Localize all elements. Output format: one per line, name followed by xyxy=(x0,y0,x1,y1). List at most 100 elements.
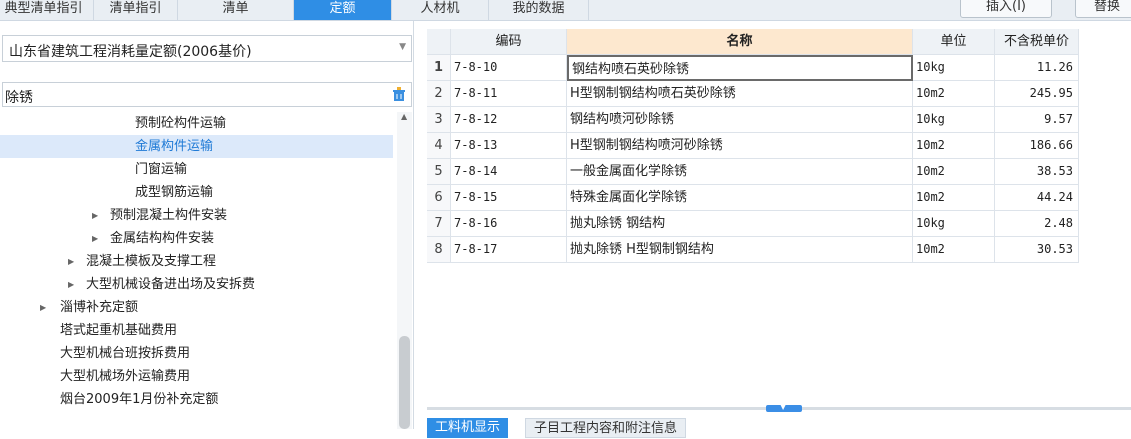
cell-code[interactable]: 7-8-13 xyxy=(451,133,567,159)
tab-bill[interactable]: 清单 xyxy=(178,0,294,20)
tab-labor-material-machine[interactable]: 人材机 xyxy=(392,0,489,20)
cell-price[interactable]: 30.53 xyxy=(995,237,1079,263)
tree-item[interactable]: 塔式起重机基础费用 xyxy=(0,319,393,342)
tab-quota[interactable]: 定额 xyxy=(294,0,392,20)
table-row[interactable]: 1 7-8-10 钢结构喷石英砂除锈 10kg 11.26 xyxy=(427,55,1079,81)
tab-labor-material-display[interactable]: 工料机显示 xyxy=(427,418,509,438)
tree-item[interactable]: ▶ 金属结构构件安装 xyxy=(0,227,393,250)
cell-code[interactable]: 7-8-14 xyxy=(451,159,567,185)
cell-unit[interactable]: 10kg xyxy=(913,55,995,81)
row-index: 2 xyxy=(427,81,451,107)
left-panel: 山东省建筑工程消耗量定额(2006基价) ▼ 除锈 预制砼构件运输 金属构件运输… xyxy=(0,21,414,429)
table-row[interactable]: 8 7-8-17 抛丸除锈 H型钢制钢结构 10m2 30.53 xyxy=(427,237,1079,263)
tab-bill-guide[interactable]: 清单指引 xyxy=(94,0,178,20)
tree-item-selected[interactable]: 金属构件运输 xyxy=(0,135,393,158)
cell-name[interactable]: H型钢制钢结构喷河砂除锈 xyxy=(567,133,913,159)
row-index: 6 xyxy=(427,185,451,211)
tree-item-label: 门窗运输 xyxy=(135,162,188,177)
quota-library-value: 山东省建筑工程消耗量定额(2006基价) xyxy=(9,44,252,60)
expand-arrow-icon[interactable]: ▶ xyxy=(68,250,74,273)
cell-unit[interactable]: 10m2 xyxy=(913,81,995,107)
scrollbar-thumb[interactable] xyxy=(399,336,410,429)
cell-unit[interactable]: 10m2 xyxy=(913,133,995,159)
tree-item-label: 预制混凝土构件安装 xyxy=(110,208,228,223)
table-row[interactable]: 7 7-8-16 抛丸除锈 钢结构 10kg 2.48 xyxy=(427,211,1079,237)
table-row[interactable]: 3 7-8-12 钢结构喷河砂除锈 10kg 9.57 xyxy=(427,107,1079,133)
table-row[interactable]: 6 7-8-15 特殊金属面化学除锈 10m2 44.24 xyxy=(427,185,1079,211)
cell-code[interactable]: 7-8-17 xyxy=(451,237,567,263)
cell-unit[interactable]: 10kg xyxy=(913,211,995,237)
cell-unit[interactable]: 10m2 xyxy=(913,159,995,185)
tab-item-content-notes[interactable]: 子目工程内容和附注信息 xyxy=(525,418,687,438)
cell-name[interactable]: 一般金属面化学除锈 xyxy=(567,159,913,185)
cell-name[interactable]: 特殊金属面化学除锈 xyxy=(567,185,913,211)
tree-item[interactable]: 大型机械台班按拆费用 xyxy=(0,342,393,365)
search-value: 除锈 xyxy=(5,90,33,106)
cell-name[interactable]: 抛丸除锈 钢结构 xyxy=(567,211,913,237)
splitter-handle[interactable]: ▼ xyxy=(766,402,802,412)
cell-unit[interactable]: 10m2 xyxy=(913,237,995,263)
header-name[interactable]: 名称 xyxy=(567,29,913,55)
cell-price[interactable]: 2.48 xyxy=(995,211,1079,237)
cell-price[interactable]: 11.26 xyxy=(995,55,1079,81)
cell-code[interactable]: 7-8-12 xyxy=(451,107,567,133)
cell-code[interactable]: 7-8-10 xyxy=(451,55,567,81)
header-price[interactable]: 不含税单价 xyxy=(995,29,1079,55)
cell-code[interactable]: 7-8-16 xyxy=(451,211,567,237)
tree-item-label: 烟台2009年1月份补充定额 xyxy=(60,392,219,407)
tree-item[interactable]: 烟台2009年1月份补充定额 xyxy=(0,388,393,411)
tree-item-label: 塔式起重机基础费用 xyxy=(60,323,178,338)
insert-button[interactable]: 插入(I) xyxy=(960,0,1052,18)
quota-library-select[interactable]: 山东省建筑工程消耗量定额(2006基价) ▼ xyxy=(2,35,412,62)
tree-item[interactable]: ▶ 淄博补充定额 xyxy=(0,296,393,319)
cell-code[interactable]: 7-8-11 xyxy=(451,81,567,107)
tree-item[interactable]: ▶ 大型机械设备进出场及安拆费 xyxy=(0,273,393,296)
tree-item-label: 大型机械设备进出场及安拆费 xyxy=(86,277,256,292)
tree-item[interactable]: 大型机械场外运输费用 xyxy=(0,365,393,388)
row-index: 8 xyxy=(427,237,451,263)
tree-scrollbar[interactable]: ▲ xyxy=(397,112,412,429)
tree-item-label: 预制砼构件运输 xyxy=(135,116,227,131)
expand-arrow-icon[interactable]: ▶ xyxy=(40,296,46,319)
expand-arrow-icon[interactable]: ▶ xyxy=(92,204,98,227)
tree-item-label: 大型机械场外运输费用 xyxy=(60,369,191,384)
cell-price[interactable]: 245.95 xyxy=(995,81,1079,107)
cell-unit[interactable]: 10kg xyxy=(913,107,995,133)
cell-price[interactable]: 9.57 xyxy=(995,107,1079,133)
cell-name[interactable]: 钢结构喷石英砂除锈 xyxy=(567,55,913,81)
cell-name[interactable]: H型钢制钢结构喷石英砂除锈 xyxy=(567,81,913,107)
tree-item-label: 大型机械台班按拆费用 xyxy=(60,346,191,361)
cell-price[interactable]: 44.24 xyxy=(995,185,1079,211)
header-unit[interactable]: 单位 xyxy=(913,29,995,55)
row-index: 1 xyxy=(427,55,451,81)
tree-item[interactable]: 成型钢筋运输 xyxy=(0,181,393,204)
tab-typical-bill-guide[interactable]: 典型清单指引 xyxy=(0,0,94,20)
tree-item[interactable]: 门窗运输 xyxy=(0,158,393,181)
search-input[interactable]: 除锈 xyxy=(2,82,412,107)
chevron-down-icon: ▼ xyxy=(780,402,787,411)
replace-button[interactable]: 替换 xyxy=(1075,0,1131,18)
cell-code[interactable]: 7-8-15 xyxy=(451,185,567,211)
cell-name[interactable]: 抛丸除锈 H型钢制钢结构 xyxy=(567,237,913,263)
cell-price[interactable]: 186.66 xyxy=(995,133,1079,159)
tree-item-label: 混凝土模板及支撑工程 xyxy=(86,254,217,269)
expand-arrow-icon[interactable]: ▶ xyxy=(68,273,74,296)
cell-unit[interactable]: 10m2 xyxy=(913,185,995,211)
expand-arrow-icon[interactable]: ▶ xyxy=(92,227,98,250)
tree-item[interactable]: 预制砼构件运输 xyxy=(0,112,393,135)
tab-my-data[interactable]: 我的数据 xyxy=(489,0,589,20)
clear-search-icon[interactable] xyxy=(391,85,407,103)
header-code[interactable]: 编码 xyxy=(451,29,567,55)
tree-item[interactable]: ▶ 混凝土模板及支撑工程 xyxy=(0,250,393,273)
table-row[interactable]: 5 7-8-14 一般金属面化学除锈 10m2 38.53 xyxy=(427,159,1079,185)
row-index: 4 xyxy=(427,133,451,159)
tree-item[interactable]: ▶ 预制混凝土构件安装 xyxy=(0,204,393,227)
table-row[interactable]: 4 7-8-13 H型钢制钢结构喷河砂除锈 10m2 186.66 xyxy=(427,133,1079,159)
chevron-down-icon[interactable]: ▼ xyxy=(399,42,406,52)
cell-name[interactable]: 钢结构喷河砂除锈 xyxy=(567,107,913,133)
tree-item-label: 金属结构构件安装 xyxy=(110,231,215,246)
scroll-up-icon[interactable]: ▲ xyxy=(401,112,407,121)
table-row[interactable]: 2 7-8-11 H型钢制钢结构喷石英砂除锈 10m2 245.95 xyxy=(427,81,1079,107)
cell-price[interactable]: 38.53 xyxy=(995,159,1079,185)
tree-item-label: 淄博补充定额 xyxy=(60,300,139,315)
